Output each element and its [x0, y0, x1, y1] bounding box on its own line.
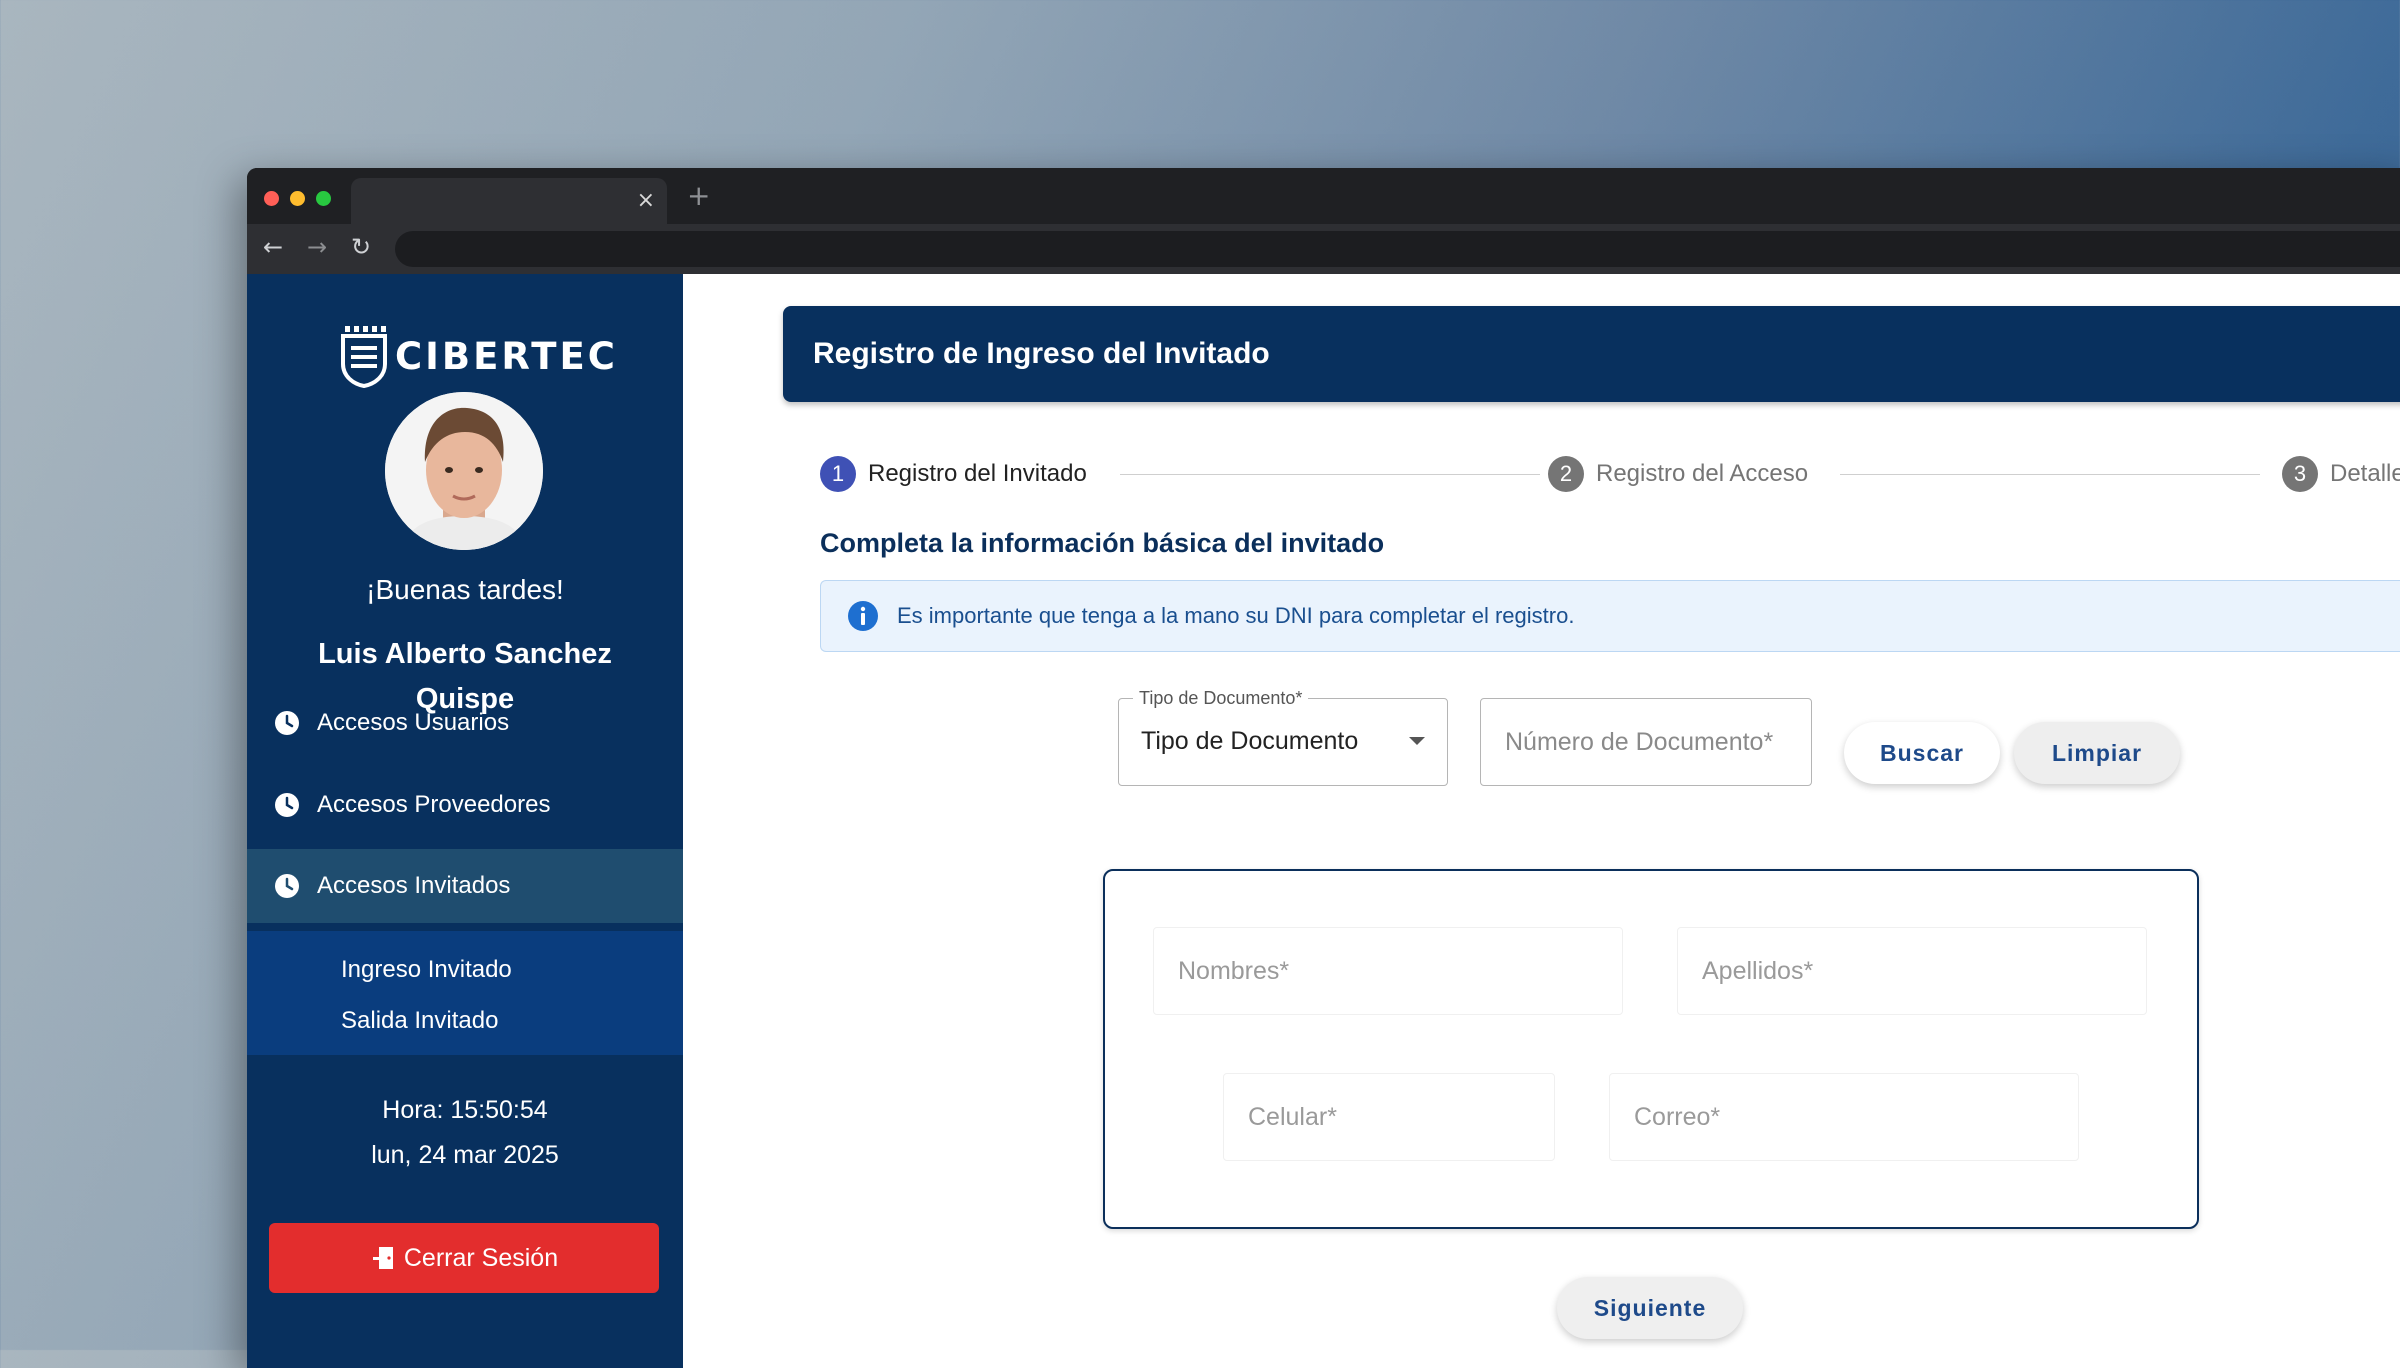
document-number-input[interactable]: Número de Documento* — [1480, 698, 1812, 786]
clear-button[interactable]: Limpiar — [2014, 722, 2180, 784]
step-connector — [1120, 474, 1540, 475]
step-2-label: Registro del Acceso — [1596, 460, 1809, 487]
shield-logo-icon — [341, 326, 387, 388]
maximize-window-button[interactable] — [316, 191, 331, 206]
clock-date: lun, 24 mar 2025 — [371, 1141, 559, 1169]
step-2-number: 2 — [1548, 456, 1584, 492]
info-icon — [848, 601, 878, 631]
close-window-button[interactable] — [264, 191, 279, 206]
correo-placeholder: Correo* — [1634, 1103, 1721, 1131]
avatar — [385, 392, 543, 550]
step-1-number: 1 — [820, 456, 856, 492]
logout-label: Cerrar Sesión — [403, 1243, 559, 1272]
info-alert: Es importante que tenga a la mano su DNI… — [820, 580, 2400, 652]
section-title: Completa la información básica del invit… — [820, 528, 1385, 558]
sidebar-submenu: Ingreso Invitado Salida Invitado — [247, 931, 683, 1055]
web-page: CIBERTEC ¡Buenas tardes! Luis Alberto Sa… — [247, 274, 2400, 1368]
step-3-number: 3 — [2282, 456, 2318, 492]
search-button[interactable]: Buscar — [1844, 722, 2000, 784]
document-type-select[interactable]: Tipo de Documento* Tipo de Documento — [1118, 688, 1448, 786]
reload-icon[interactable]: ↻ — [351, 232, 371, 262]
sidebar-item-accesos-usuarios[interactable]: Accesos Usuarios — [247, 686, 683, 760]
document-type-value: Tipo de Documento — [1141, 727, 1359, 755]
sidebar-item-accesos-proveedores[interactable]: Accesos Proveedores — [247, 768, 683, 842]
next-button[interactable]: Siguiente — [1557, 1277, 1743, 1339]
apellidos-field[interactable]: Apellidos* — [1677, 927, 2147, 1015]
browser-tab-bar: × + — [247, 168, 2400, 224]
step-connector — [1840, 474, 2260, 475]
clock-icon — [275, 793, 299, 817]
alert-text: Es importante que tenga a la mano su DNI… — [897, 603, 1575, 628]
forward-arrow-icon[interactable]: → — [307, 232, 327, 262]
greeting-text: ¡Buenas tardes! — [366, 574, 564, 605]
browser-nav-bar: ← → ↻ — [247, 224, 2400, 274]
celular-placeholder: Celular* — [1248, 1103, 1337, 1131]
submenu-item-ingreso-invitado[interactable]: Ingreso Invitado — [341, 956, 512, 984]
sidebar-item-label: Accesos Usuarios — [317, 709, 510, 736]
browser-tab[interactable]: × — [351, 178, 667, 224]
door-exit-icon — [372, 1247, 393, 1269]
browser-window: × + ← → ↻ CIBERTEC ¡Buenas tardes! Luis … — [247, 168, 2400, 1368]
sidebar-item-label: Accesos Invitados — [317, 872, 511, 899]
dropdown-arrow-icon — [1409, 737, 1425, 745]
document-number-placeholder: Número de Documento* — [1505, 728, 1774, 756]
back-arrow-icon[interactable]: ← — [263, 232, 283, 262]
correo-field[interactable]: Correo* — [1609, 1073, 2079, 1161]
nombres-placeholder: Nombres* — [1178, 957, 1290, 985]
step-1-label: Registro del Invitado — [868, 460, 1087, 487]
logout-button[interactable]: Cerrar Sesión — [269, 1223, 659, 1293]
page-header: Registro de Ingreso del Invitado — [783, 306, 2400, 402]
submenu-item-salida-invitado[interactable]: Salida Invitado — [341, 1007, 498, 1035]
new-tab-icon[interactable]: + — [687, 182, 710, 210]
sidebar-item-accesos-invitados[interactable]: Accesos Invitados — [247, 849, 683, 923]
apellidos-placeholder: Apellidos* — [1702, 957, 1814, 985]
guest-form-card: Nombres* Apellidos* Celular* Correo* — [1103, 869, 2199, 1229]
clock-time: Hora: 15:50:54 — [382, 1096, 548, 1124]
stepper: 1 Registro del Invitado 2 Registro del A… — [820, 454, 2400, 494]
clock-icon — [275, 711, 299, 735]
celular-field[interactable]: Celular* — [1223, 1073, 1555, 1161]
minimize-window-button[interactable] — [290, 191, 305, 206]
address-bar[interactable] — [395, 231, 2400, 267]
page-title: Registro de Ingreso del Invitado — [813, 337, 1270, 370]
brand-logo: CIBERTEC — [339, 324, 618, 388]
step-3-label: Detalle del — [2330, 460, 2400, 487]
brand-name: CIBERTEC — [395, 334, 618, 378]
tab-close-icon[interactable]: × — [637, 187, 655, 215]
clock-icon — [275, 874, 299, 898]
sidebar: CIBERTEC ¡Buenas tardes! Luis Alberto Sa… — [247, 274, 683, 1368]
nombres-field[interactable]: Nombres* — [1153, 927, 1623, 1015]
sidebar-item-label: Accesos Proveedores — [317, 791, 551, 818]
